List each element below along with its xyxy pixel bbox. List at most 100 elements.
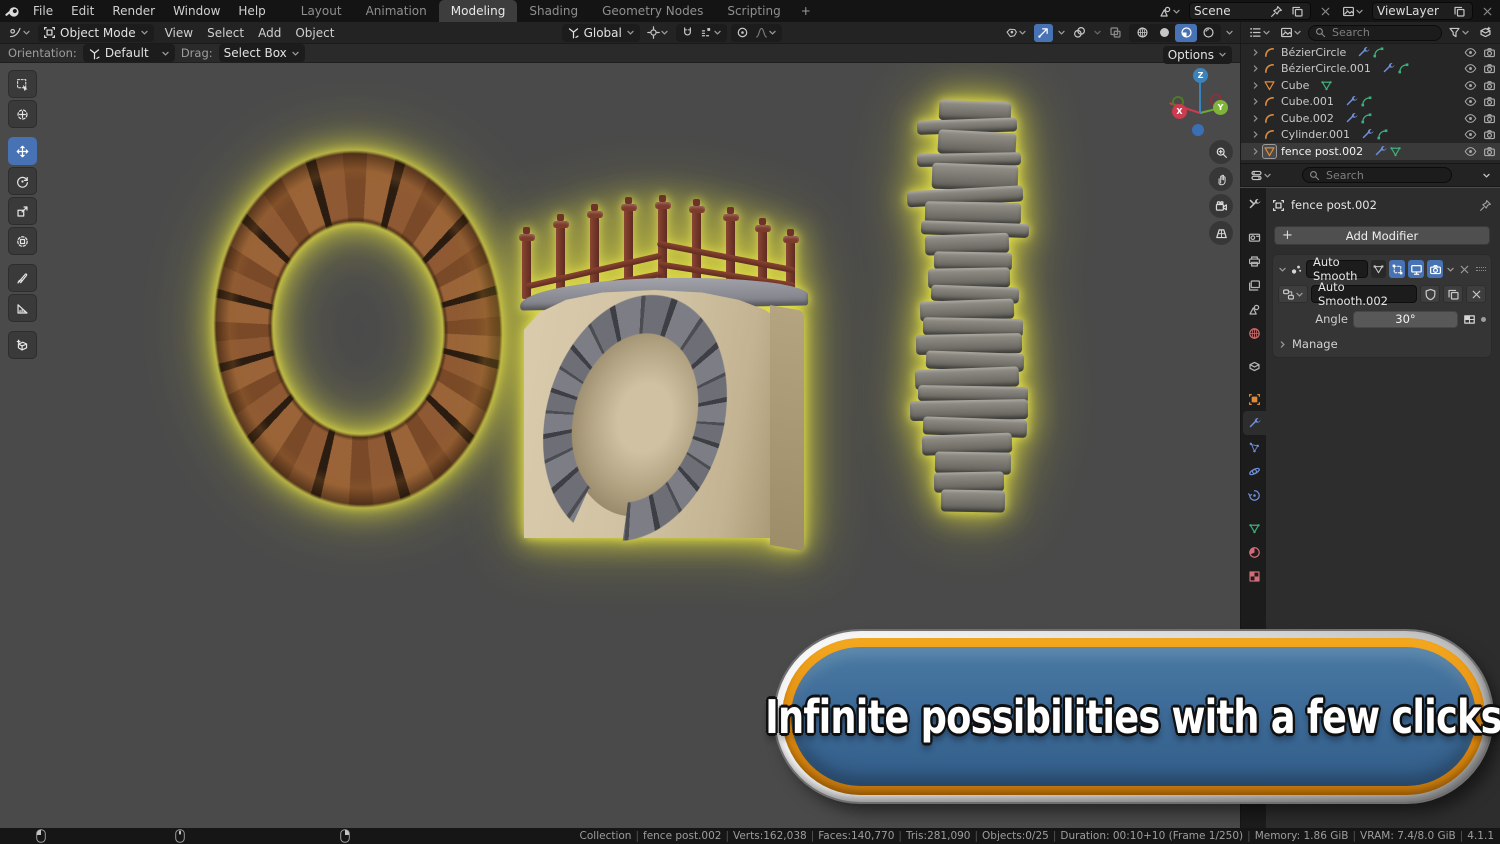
transform-tool[interactable] (8, 227, 37, 255)
view-navigation-gizmo[interactable]: XYZ (1158, 72, 1240, 142)
outliner-item-béziercircle[interactable]: BézierCircle (1241, 44, 1500, 61)
properties-search-input[interactable] (1324, 168, 1445, 183)
add-workspace-button[interactable]: + (793, 0, 819, 22)
unlink-close-icon[interactable] (1466, 285, 1486, 303)
camera-icon[interactable] (1483, 46, 1496, 59)
stone-stack-object[interactable] (900, 103, 1042, 608)
tab-animation[interactable]: Animation (354, 0, 439, 22)
properties-editor-icon[interactable] (1247, 166, 1275, 184)
new-collection-icon[interactable] (1476, 24, 1495, 42)
node-tree-selector[interactable] (1278, 285, 1308, 303)
properties-tab-data[interactable] (1243, 516, 1266, 540)
orientation-dropdown[interactable]: Default (83, 44, 175, 62)
gizmo-axis-Y[interactable]: Y (1213, 100, 1228, 115)
scene-unlink-close-icon[interactable] (1317, 2, 1334, 20)
eye-icon[interactable] (1464, 112, 1477, 125)
scale-tool[interactable] (8, 197, 37, 225)
rendered-icon[interactable] (1197, 24, 1219, 42)
select-box-tool[interactable] (8, 70, 37, 98)
properties-tab-output[interactable] (1243, 249, 1266, 273)
expand-chevron-icon[interactable] (1251, 97, 1260, 106)
angle-value-field[interactable]: 30° (1353, 311, 1458, 328)
menu-edit[interactable]: Edit (62, 0, 103, 22)
properties-tab-modifiers[interactable] (1243, 411, 1266, 435)
snap-target-icon[interactable] (697, 24, 725, 42)
drag-dropdown[interactable]: Select Box (219, 44, 305, 62)
solid-icon[interactable] (1153, 24, 1175, 42)
eye-icon[interactable] (1464, 62, 1477, 75)
attribute-toggle-icon[interactable] (1463, 313, 1476, 326)
modifier-name-field[interactable]: Auto Smooth (1306, 260, 1368, 278)
copy-icon[interactable] (1289, 2, 1306, 20)
stone-bridge-object[interactable] (518, 150, 814, 554)
cage-display-toggle[interactable] (1389, 260, 1405, 278)
xray-icon[interactable] (1106, 24, 1125, 42)
camera-view-icon[interactable] (1209, 194, 1233, 218)
animate-dot[interactable] (1481, 317, 1486, 322)
render-display-toggle[interactable] (1427, 260, 1443, 278)
move-tool[interactable] (8, 137, 37, 165)
scene-icon[interactable] (1157, 2, 1183, 20)
properties-options-chevron[interactable] (1479, 166, 1494, 184)
menu-window[interactable]: Window (164, 0, 229, 22)
viewport-menu-object[interactable]: Object (288, 26, 341, 40)
eye-icon[interactable] (1464, 46, 1477, 59)
expand-chevron-icon[interactable] (1251, 114, 1260, 123)
mode-selector[interactable]: Object Mode (38, 24, 154, 42)
gizmo-icon[interactable] (1034, 24, 1053, 42)
outliner-item-cube-002[interactable]: Cube.002 (1241, 110, 1500, 127)
cursor-tool[interactable] (8, 100, 37, 128)
viewlayer-selector[interactable]: ViewLayer (1372, 2, 1473, 20)
eye-icon[interactable] (1464, 128, 1477, 141)
camera-icon[interactable] (1483, 112, 1496, 125)
menu-render[interactable]: Render (103, 0, 164, 22)
viewport-display-toggle[interactable] (1408, 260, 1424, 278)
tab-geometry-nodes[interactable]: Geometry Nodes (590, 0, 715, 22)
proportional-icon[interactable] (733, 24, 752, 42)
expand-chevron-icon[interactable] (1251, 48, 1260, 57)
measure-tool[interactable] (8, 294, 37, 322)
properties-tab-particles[interactable] (1243, 435, 1266, 459)
camera-icon[interactable] (1483, 128, 1496, 141)
copy-icon[interactable] (1443, 285, 1463, 303)
properties-tab-collection[interactable] (1243, 354, 1266, 378)
properties-tab-physics[interactable] (1243, 459, 1266, 483)
gizmo-axis-ring[interactable] (1192, 124, 1204, 136)
filter-funnel-icon[interactable] (1445, 24, 1473, 42)
properties-tab-material[interactable] (1243, 540, 1266, 564)
scene-name[interactable]: Scene (1194, 4, 1264, 18)
menu-file[interactable]: File (24, 0, 62, 22)
outliner-display-mode-icon[interactable] (1277, 24, 1305, 42)
add-cube-tool[interactable] (8, 331, 37, 359)
fake-user-shield-icon[interactable] (1420, 285, 1440, 303)
viewlayer-name[interactable]: ViewLayer (1377, 4, 1447, 18)
outliner-item-cube[interactable]: Cube (1241, 77, 1500, 94)
falloff-icon[interactable] (752, 24, 780, 42)
properties-tab-tool[interactable] (1243, 192, 1266, 216)
expand-chevron-icon[interactable] (1251, 64, 1260, 73)
ortho-grid-icon[interactable] (1209, 221, 1233, 245)
expand-chevron-icon[interactable] (1251, 130, 1260, 139)
eye-icon[interactable] (1464, 95, 1477, 108)
manage-subpanel[interactable]: Manage (1278, 337, 1486, 351)
scene-selector[interactable]: Scene (1189, 2, 1311, 20)
viewport-menu-add[interactable]: Add (251, 26, 288, 40)
viewlayer-icon[interactable] (1340, 2, 1366, 20)
eye-icon[interactable] (1464, 145, 1477, 158)
outliner-item-cube-001[interactable]: Cube.001 (1241, 94, 1500, 111)
pivot-icon[interactable] (644, 24, 672, 42)
properties-tab-render[interactable] (1243, 225, 1266, 249)
camera-icon[interactable] (1483, 95, 1496, 108)
expand-chevron-icon[interactable] (1251, 81, 1260, 90)
outliner-item-cylinder-001[interactable]: Cylinder.001 (1241, 127, 1500, 144)
blender-logo-icon[interactable] (0, 0, 24, 22)
tab-layout[interactable]: Layout (289, 0, 354, 22)
eye-icon[interactable] (1464, 79, 1477, 92)
breadcrumb-object-name[interactable]: fence post.002 (1291, 198, 1377, 212)
tab-scripting[interactable]: Scripting (715, 0, 792, 22)
outliner-item-fence-post-002[interactable]: fence post.002 (1241, 143, 1500, 160)
rotate-tool[interactable] (8, 167, 37, 195)
copy-icon[interactable] (1451, 2, 1468, 20)
properties-tab-view-layer[interactable] (1243, 273, 1266, 297)
properties-tab-scene[interactable] (1243, 297, 1266, 321)
